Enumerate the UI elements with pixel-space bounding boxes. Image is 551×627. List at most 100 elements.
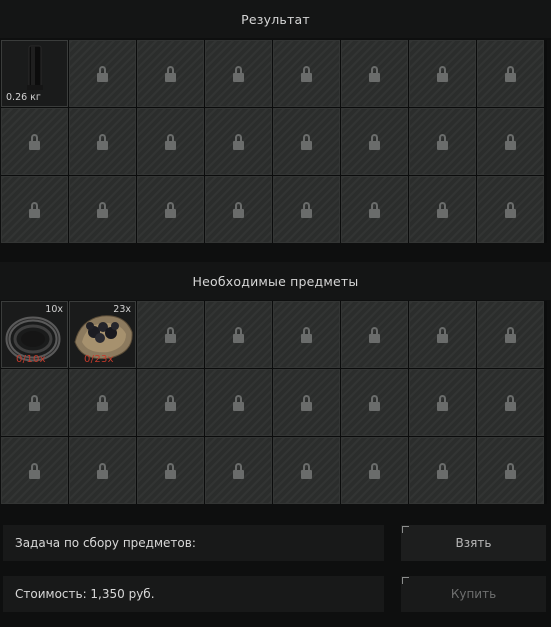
locked-slot: [205, 176, 272, 243]
locked-slot: [205, 108, 272, 175]
cost-label: Стоимость: 1,350 руб.: [15, 587, 155, 601]
locked-slot: [341, 369, 408, 436]
buy-button[interactable]: Купить: [401, 576, 546, 612]
item-progress-label: 0/23x: [84, 354, 114, 365]
locked-slot: [477, 301, 544, 368]
lock-icon: [165, 201, 176, 219]
locked-slot: [341, 108, 408, 175]
lock-icon: [301, 326, 312, 344]
task-panel: Задача по сбору предметов:: [3, 525, 384, 561]
lock-icon: [29, 462, 40, 480]
locked-slot: [205, 40, 272, 107]
take-button-label: Взять: [455, 536, 492, 550]
required-items-section-title: Необходимые предметы: [0, 262, 551, 300]
lock-icon: [437, 65, 448, 83]
required-item-slot[interactable]: 23x 0/23x: [69, 301, 136, 368]
lock-icon: [369, 462, 380, 480]
required-title-text: Необходимые предметы: [192, 273, 359, 289]
lock-icon: [165, 65, 176, 83]
locked-slot: [477, 437, 544, 504]
locked-slot: [1, 176, 68, 243]
lock-icon: [369, 394, 380, 412]
required-items-grid: 10x 0/10x 23x 0/23x: [1, 301, 547, 504]
task-label: Задача по сбору предметов:: [15, 536, 196, 550]
item-progress-label: 0/10x: [16, 354, 46, 365]
locked-slot: [69, 40, 136, 107]
lock-icon: [437, 133, 448, 151]
item-weight-label: 0.26 кг: [6, 92, 41, 103]
locked-slot: [137, 176, 204, 243]
locked-slot: [341, 437, 408, 504]
locked-slot: [477, 176, 544, 243]
locked-slot: [409, 301, 476, 368]
locked-slot: [409, 108, 476, 175]
result-section-title: Результат: [0, 0, 551, 38]
lock-icon: [505, 133, 516, 151]
lock-icon: [505, 65, 516, 83]
lock-icon: [301, 65, 312, 83]
lock-icon: [301, 394, 312, 412]
lock-icon: [97, 133, 108, 151]
lock-icon: [233, 65, 244, 83]
lock-icon: [369, 65, 380, 83]
lock-icon: [301, 201, 312, 219]
cost-panel: Стоимость: 1,350 руб.: [3, 576, 384, 612]
locked-slot: [341, 301, 408, 368]
lock-icon: [29, 201, 40, 219]
locked-slot: [69, 108, 136, 175]
locked-slot: [69, 176, 136, 243]
lock-icon: [97, 65, 108, 83]
lock-icon: [369, 201, 380, 219]
lock-icon: [437, 462, 448, 480]
locked-slot: [137, 369, 204, 436]
lock-icon: [165, 326, 176, 344]
locked-slot: [1, 369, 68, 436]
locked-slot: [273, 437, 340, 504]
lock-icon: [437, 326, 448, 344]
item-count-label: 10x: [45, 304, 63, 315]
locked-slot: [137, 301, 204, 368]
locked-slot: [205, 369, 272, 436]
locked-slot: [1, 108, 68, 175]
lock-icon: [505, 326, 516, 344]
locked-slot: [137, 108, 204, 175]
locked-slot: [273, 176, 340, 243]
take-button[interactable]: Взять: [401, 525, 546, 561]
lock-icon: [505, 462, 516, 480]
lock-icon: [233, 326, 244, 344]
locked-slot: [205, 437, 272, 504]
locked-slot: [477, 108, 544, 175]
locked-slot: [205, 301, 272, 368]
lock-icon: [29, 394, 40, 412]
item-count-label: 23x: [113, 304, 131, 315]
lock-icon: [29, 133, 40, 151]
locked-slot: [69, 369, 136, 436]
locked-slot: [273, 369, 340, 436]
locked-slot: [1, 437, 68, 504]
lock-icon: [233, 133, 244, 151]
locked-slot: [341, 176, 408, 243]
lock-icon: [233, 462, 244, 480]
locked-slot: [69, 437, 136, 504]
result-title-text: Результат: [241, 11, 310, 27]
lock-icon: [369, 326, 380, 344]
lock-icon: [233, 201, 244, 219]
lock-icon: [505, 201, 516, 219]
locked-slot: [477, 40, 544, 107]
locked-slot: [409, 176, 476, 243]
lock-icon: [437, 394, 448, 412]
lock-icon: [97, 201, 108, 219]
lock-icon: [505, 394, 516, 412]
lock-icon: [97, 462, 108, 480]
locked-slot: [273, 40, 340, 107]
lock-icon: [301, 462, 312, 480]
lock-icon: [97, 394, 108, 412]
lock-icon: [165, 462, 176, 480]
locked-slot: [273, 301, 340, 368]
buy-button-label: Купить: [450, 587, 497, 601]
lock-icon: [165, 394, 176, 412]
result-item-slot[interactable]: 0.26 кг: [1, 40, 68, 107]
required-item-slot[interactable]: 10x 0/10x: [1, 301, 68, 368]
locked-slot: [273, 108, 340, 175]
lock-icon: [369, 133, 380, 151]
